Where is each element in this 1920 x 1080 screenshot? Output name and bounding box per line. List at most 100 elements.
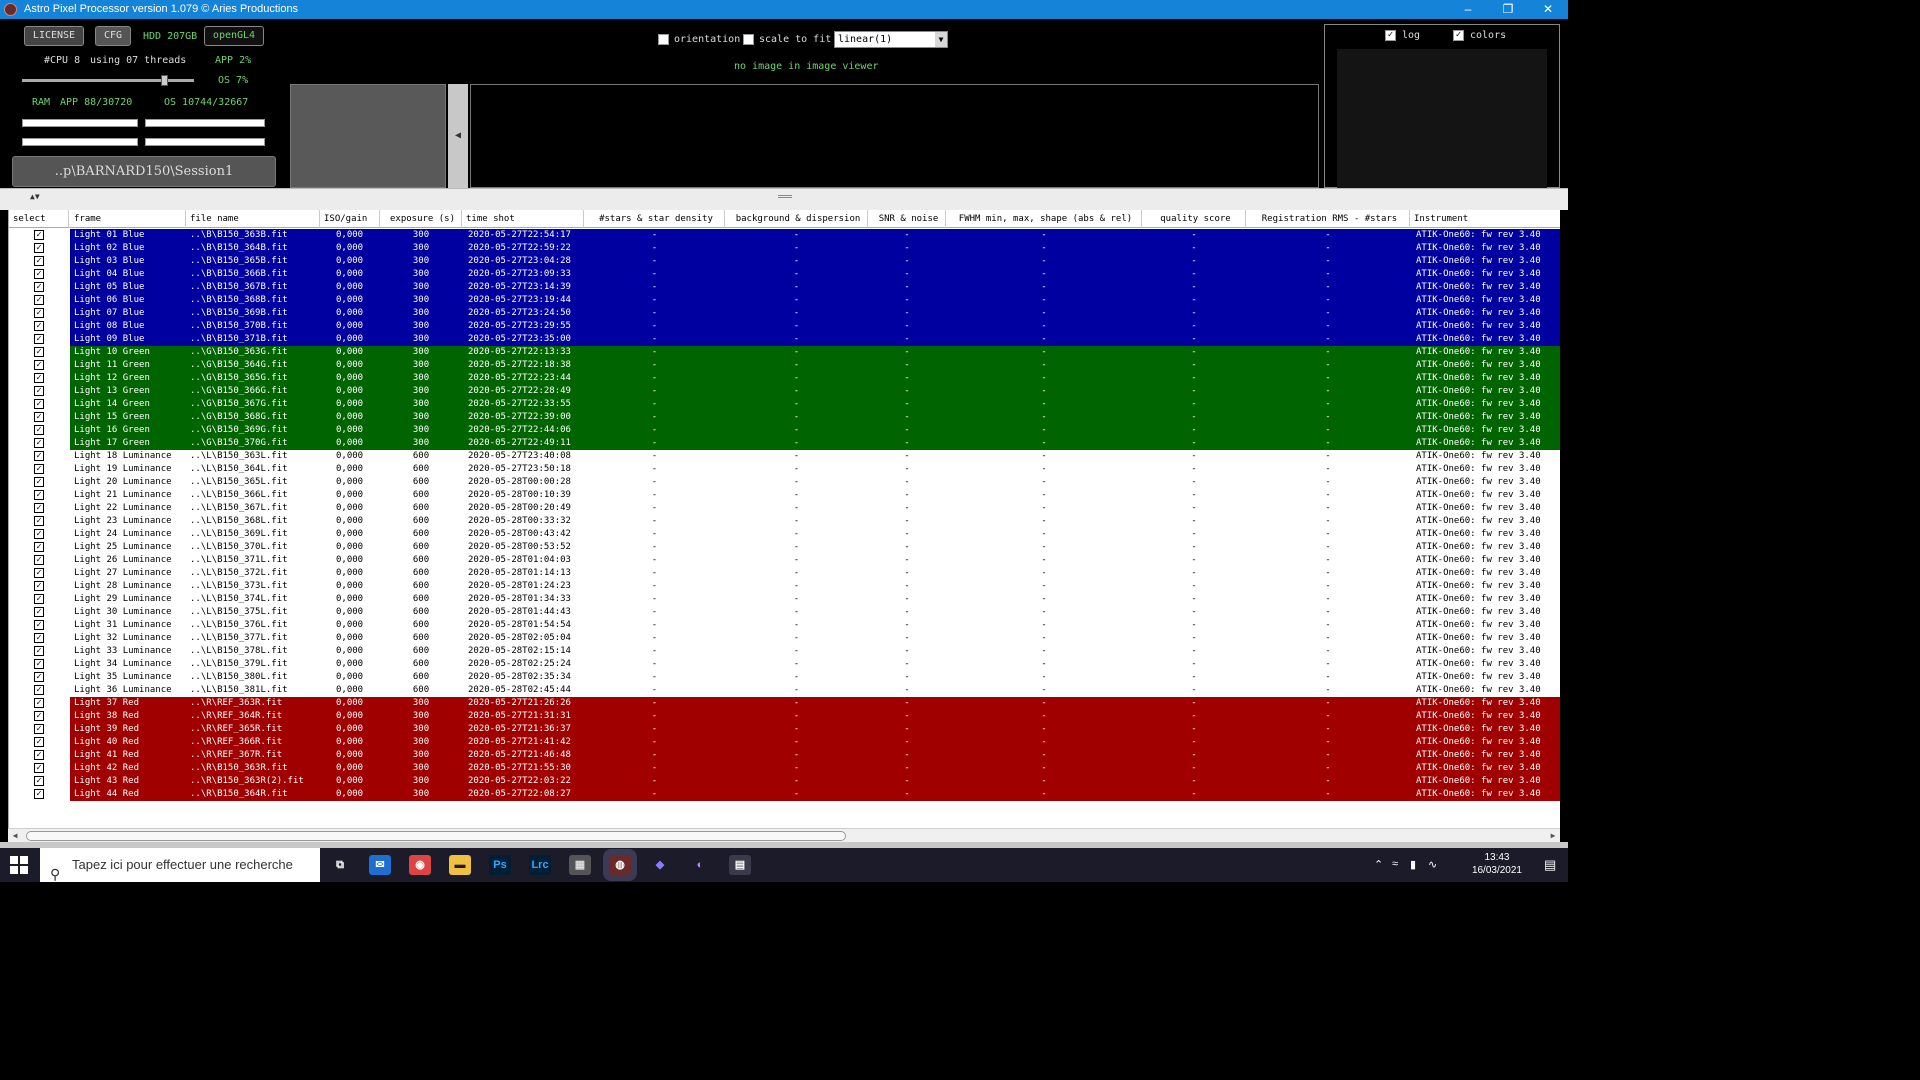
column-header-snr[interactable]: SNR & noise [868,210,946,228]
table-row[interactable]: ✓ Light 33 Luminance ..\L\B150_378L.fit 0,0… [9,645,1560,658]
threads-slider-track[interactable] [22,79,194,82]
table-row[interactable]: ✓ Light 22 Luminance ..\L\B150_367L.fit 0,0… [9,502,1560,515]
table-row[interactable]: ✓ Light 24 Luminance ..\L\B150_369L.fit 0,0… [9,528,1560,541]
table-row[interactable]: ✓ Light 10 Green ..\G\B150_363G.fit 0,000 30… [9,346,1560,359]
table-row[interactable]: ✓ Light 19 Luminance ..\L\B150_364L.fit 0,0… [9,463,1560,476]
collapse-arrow-icon[interactable]: ◀ [455,130,461,141]
minimize-button[interactable]: – [1448,0,1488,19]
table-row[interactable]: ✓ Light 27 Luminance ..\L\B150_372L.fit 0,0… [9,567,1560,580]
row-checkbox[interactable]: ✓ [34,373,44,383]
row-checkbox[interactable]: ✓ [34,230,44,240]
row-checkbox[interactable]: ✓ [34,607,44,617]
table-row[interactable]: ✓ Light 02 Blue ..\B\B150_364B.fit 0,000 300… [9,242,1560,255]
row-checkbox[interactable]: ✓ [34,269,44,279]
taskbar-app-generic-icon[interactable]: ▦ [569,855,591,875]
column-header-file-name[interactable]: file name [186,210,320,228]
table-row[interactable]: ✓ Light 03 Blue ..\B\B150_365B.fit 0,000 300… [9,255,1560,268]
scroll-right-icon[interactable]: ▶ [1546,829,1560,843]
table-row[interactable]: ✓ Light 40 Red ..\R\REF_366R.fit 0,000 300 20… [9,736,1560,749]
row-checkbox[interactable]: ✓ [34,529,44,539]
row-checkbox[interactable]: ✓ [34,568,44,578]
row-checkbox[interactable]: ✓ [34,321,44,331]
table-row[interactable]: ✓ Light 21 Luminance ..\L\B150_366L.fit 0,0… [9,489,1560,502]
table-row[interactable]: ✓ Light 17 Green ..\G\B150_370G.fit 0,000 30… [9,437,1560,450]
row-checkbox[interactable]: ✓ [34,477,44,487]
table-row[interactable]: ✓ Light 38 Red ..\R\REF_364R.fit 0,000 300 20… [9,710,1560,723]
tray-chevron-up-icon[interactable]: ⌃ [1374,858,1383,871]
row-checkbox[interactable]: ✓ [34,789,44,799]
row-checkbox[interactable]: ✓ [34,256,44,266]
table-row[interactable]: ✓ Light 14 Green ..\G\B150_367G.fit 0,000 30… [9,398,1560,411]
row-checkbox[interactable]: ✓ [34,711,44,721]
taskbar-photoshop-icon[interactable]: Ps [489,855,511,875]
threads-slider-thumb[interactable] [161,75,168,86]
table-row[interactable]: ✓ Light 18 Luminance ..\L\B150_363L.fit 0,0… [9,450,1560,463]
taskbar-calculator-icon[interactable]: ▤ [729,855,751,875]
notification-icon[interactable]: ▤ [1544,857,1556,873]
row-checkbox[interactable]: ✓ [34,633,44,643]
column-header-instrument[interactable]: Instrument [1410,210,1560,228]
close-button[interactable]: ✕ [1528,0,1568,19]
panel-divider[interactable]: ▲▼ [0,188,1568,210]
scrollbar-thumb[interactable] [26,831,846,841]
row-checkbox[interactable]: ✓ [34,516,44,526]
scroll-left-icon[interactable]: ◀ [8,829,22,843]
table-row[interactable]: ✓ Light 25 Luminance ..\L\B150_370L.fit 0,0… [9,541,1560,554]
row-checkbox[interactable]: ✓ [34,425,44,435]
sort-toggle-icon[interactable]: ▲▼ [30,192,40,201]
table-row[interactable]: ✓ Light 32 Luminance ..\L\B150_377L.fit 0,0… [9,632,1560,645]
taskbar-search-box[interactable]: ⚲ Tapez ici pour effectuer une recherche [40,848,320,882]
table-row[interactable]: ✓ Light 39 Red ..\R\REF_365R.fit 0,000 300 20… [9,723,1560,736]
table-row[interactable]: ✓ Light 42 Red ..\R\B150_363R.fit 0,000 300 2… [9,762,1560,775]
table-row[interactable]: ✓ Light 23 Luminance ..\L\B150_368L.fit 0,0… [9,515,1560,528]
row-checkbox[interactable]: ✓ [34,698,44,708]
row-checkbox[interactable]: ✓ [34,490,44,500]
table-row[interactable]: ✓ Light 37 Red ..\R\REF_363R.fit 0,000 300 20… [9,697,1560,710]
image-viewer[interactable] [470,84,1319,188]
battery-icon[interactable]: ▮ [1410,858,1416,871]
table-row[interactable]: ✓ Light 44 Red ..\R\B150_364R.fit 0,000 300 2… [9,788,1560,801]
column-header-select[interactable]: select [9,210,69,228]
wifi-icon[interactable]: ∿ [1428,858,1437,871]
row-checkbox[interactable]: ✓ [34,503,44,513]
table-row[interactable]: ✓ Light 12 Green ..\G\B150_365G.fit 0,000 30… [9,372,1560,385]
table-row[interactable]: ✓ Light 35 Luminance ..\L\B150_380L.fit 0,0… [9,671,1560,684]
row-checkbox[interactable]: ✓ [34,464,44,474]
panel-splitter[interactable]: ◀ [448,84,468,188]
row-checkbox[interactable]: ✓ [34,763,44,773]
row-checkbox[interactable]: ✓ [34,347,44,357]
row-checkbox[interactable]: ✓ [34,386,44,396]
row-checkbox[interactable]: ✓ [34,438,44,448]
table-row[interactable]: ✓ Light 15 Green ..\G\B150_368G.fit 0,000 30… [9,411,1560,424]
column-header-background[interactable]: background & dispersion [725,210,868,228]
taskbar-task-view-icon[interactable]: ⧉ [329,855,351,875]
row-checkbox[interactable]: ✓ [34,360,44,370]
taskbar-mail-icon[interactable]: ✉ [369,855,391,875]
divider-grip-icon[interactable] [778,195,792,198]
row-checkbox[interactable]: ✓ [34,685,44,695]
row-checkbox[interactable]: ✓ [34,724,44,734]
table-row[interactable]: ✓ Light 36 Luminance ..\L\B150_381L.fit 0,0… [9,684,1560,697]
table-row[interactable]: ✓ Light 07 Blue ..\B\B150_369B.fit 0,000 300… [9,307,1560,320]
orientation-checkbox[interactable] [658,34,669,45]
row-checkbox[interactable]: ✓ [34,334,44,344]
table-row[interactable]: ✓ Light 29 Luminance ..\L\B150_374L.fit 0,0… [9,593,1560,606]
row-checkbox[interactable]: ✓ [34,737,44,747]
column-header-fwhm[interactable]: FWHM min, max, shape (abs & rel) [946,210,1142,228]
column-header-exposure[interactable]: exposure (s) [380,210,462,228]
row-checkbox[interactable]: ✓ [34,672,44,682]
table-row[interactable]: ✓ Light 28 Luminance ..\L\B150_373L.fit 0,0… [9,580,1560,593]
table-row[interactable]: ✓ Light 31 Luminance ..\L\B150_376L.fit 0,0… [9,619,1560,632]
taskbar-explorer-icon[interactable]: ▬ [449,855,471,875]
network-icon[interactable]: ≈ [1392,858,1398,870]
log-checkbox[interactable]: ✓ [1385,30,1396,41]
table-row[interactable]: ✓ Light 04 Blue ..\B\B150_366B.fit 0,000 300… [9,268,1560,281]
table-row[interactable]: ✓ Light 34 Luminance ..\L\B150_379L.fit 0,0… [9,658,1560,671]
row-checkbox[interactable]: ✓ [34,412,44,422]
table-row[interactable]: ✓ Light 30 Luminance ..\L\B150_375L.fit 0,0… [9,606,1560,619]
row-checkbox[interactable]: ✓ [34,646,44,656]
taskbar-clock[interactable]: 13:43 16/03/2021 [1472,851,1522,877]
row-checkbox[interactable]: ✓ [34,750,44,760]
row-checkbox[interactable]: ✓ [34,542,44,552]
chevron-down-icon[interactable]: ▼ [935,32,947,47]
